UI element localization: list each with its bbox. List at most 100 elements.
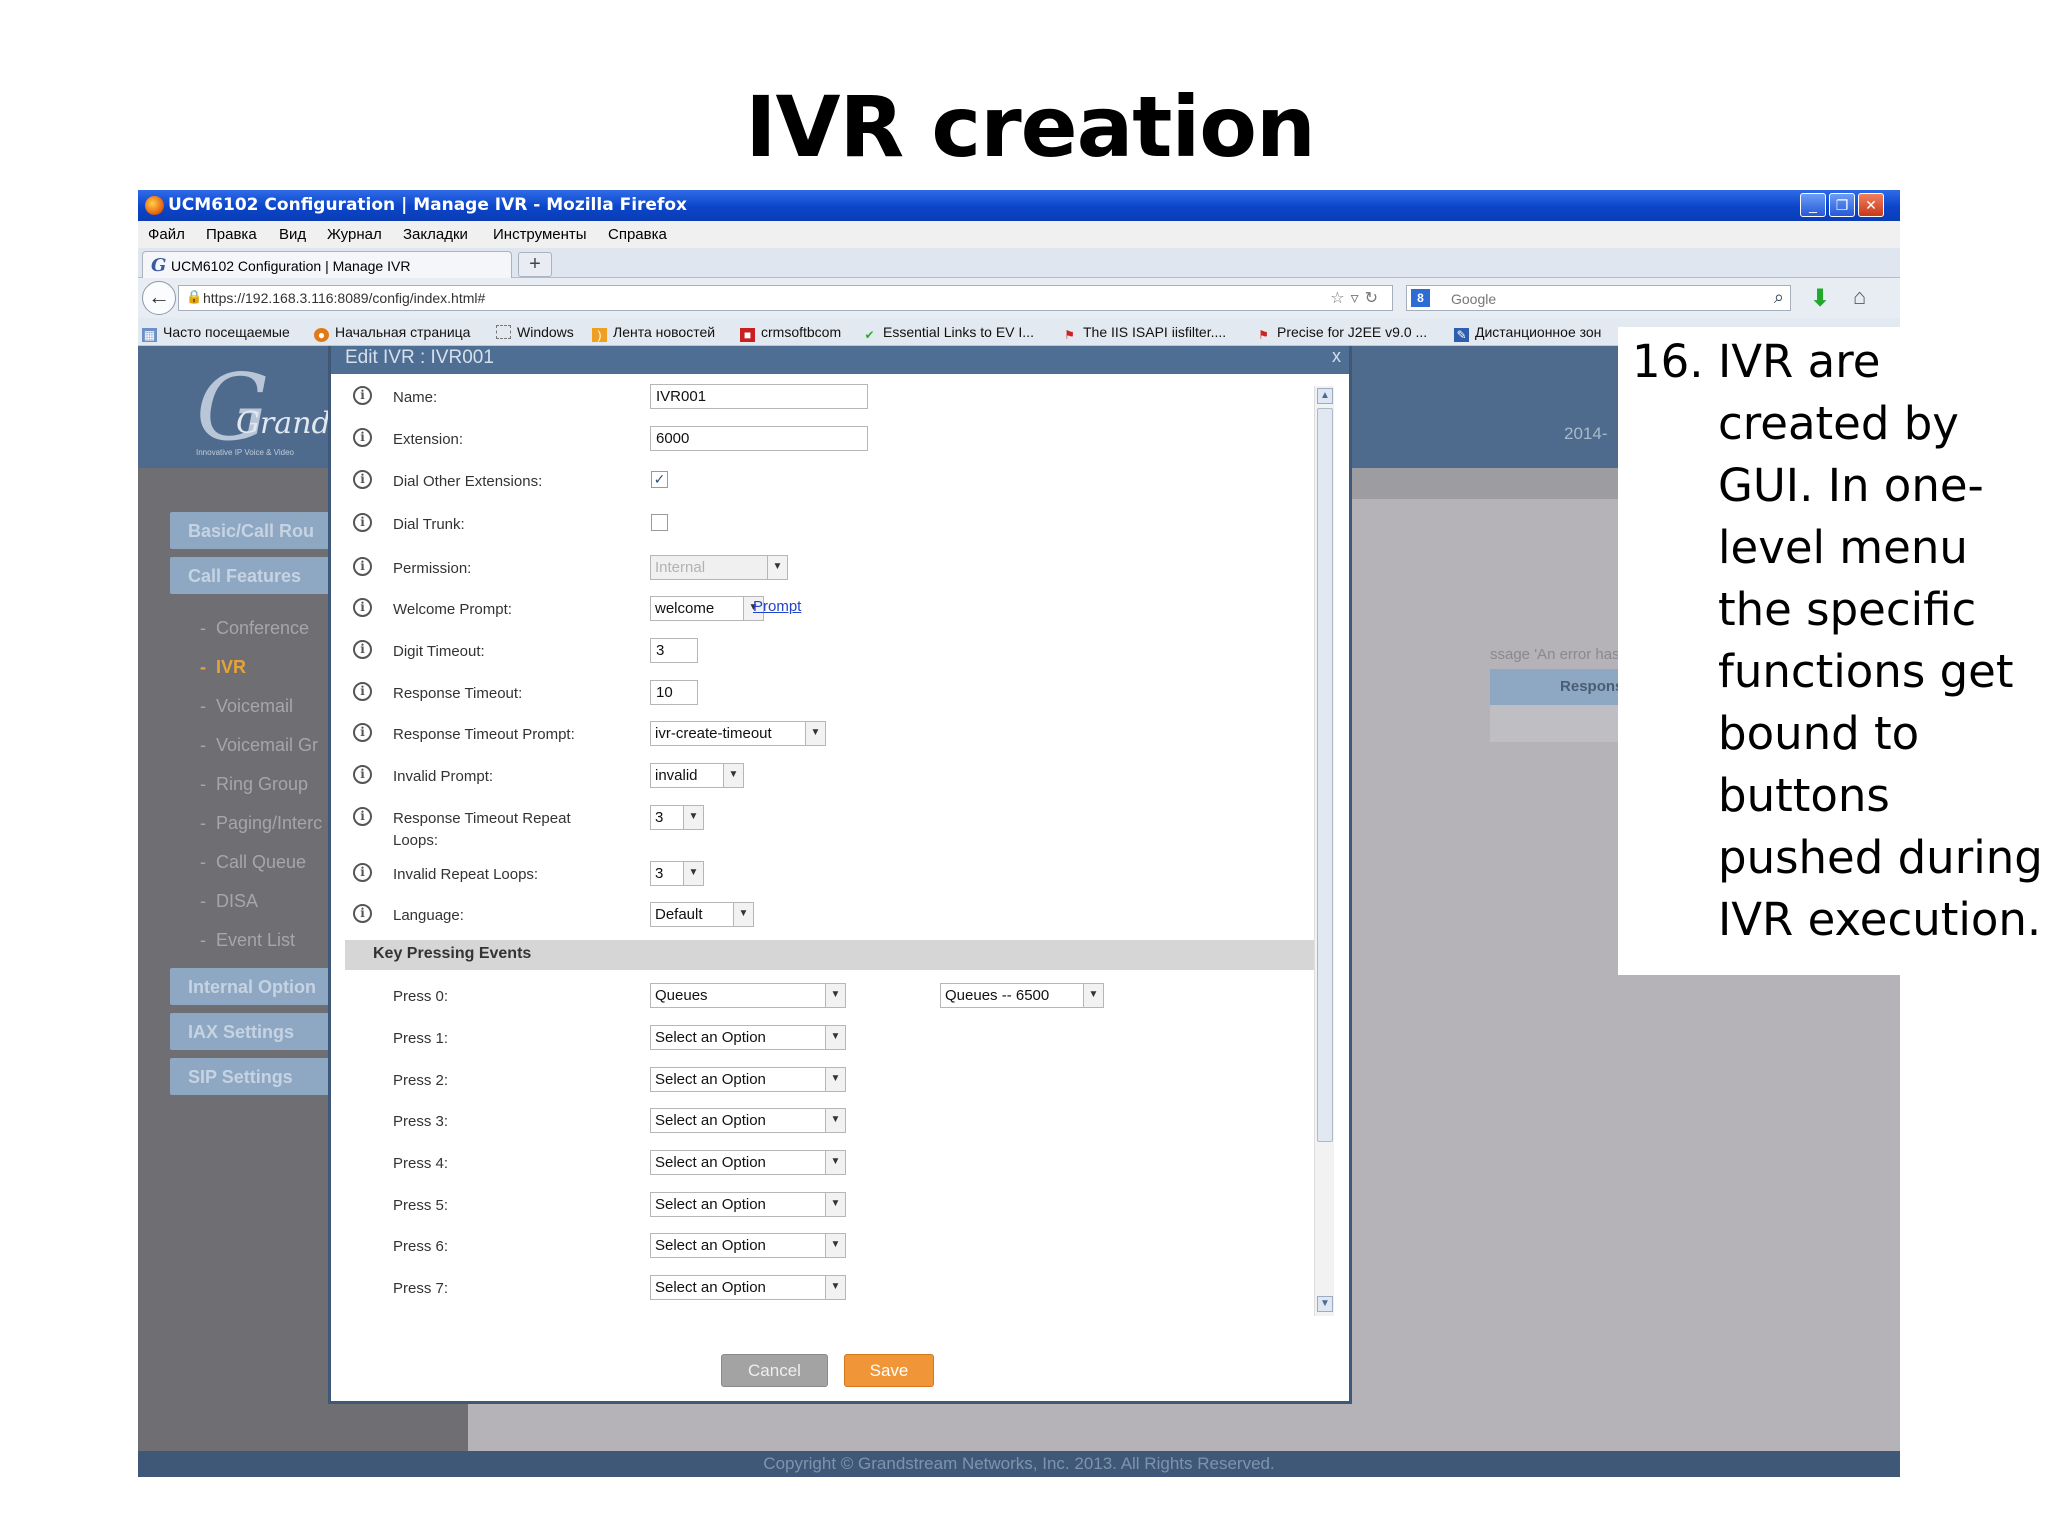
checkmark-icon: ✔: [864, 328, 875, 342]
dial-trunk-checkbox[interactable]: [651, 514, 668, 531]
back-button[interactable]: ←: [142, 281, 176, 315]
app-footer: Copyright © Grandstream Networks, Inc. 2…: [138, 1451, 1900, 1477]
bookmark-item[interactable]: ) Лента новостей: [592, 324, 715, 342]
sidebar-item-paging[interactable]: - Paging/Interc: [200, 813, 322, 834]
window-title: UCM6102 Configuration | Manage IVR - Moz…: [168, 195, 687, 215]
menu-bookmarks[interactable]: Закладки: [403, 226, 468, 243]
firefox-icon: ●: [314, 328, 329, 342]
response-timeout-input[interactable]: 10: [650, 680, 698, 705]
language-select[interactable]: Default ▼: [650, 902, 754, 927]
chevron-down-icon: ▼: [683, 862, 703, 885]
bookmark-item[interactable]: ● Начальная страница: [314, 324, 470, 342]
field-digit-timeout: i Digit Timeout: 3: [353, 638, 1313, 668]
chevron-down-icon: ▼: [825, 1234, 845, 1257]
invalid-prompt-select[interactable]: invalid ▼: [650, 763, 744, 788]
note-number: 16.: [1632, 335, 1704, 388]
close-window-button[interactable]: ✕: [1858, 193, 1884, 217]
search-input[interactable]: 8 Google ⌕: [1406, 285, 1791, 311]
minimize-button[interactable]: _: [1800, 193, 1826, 217]
info-icon[interactable]: i: [353, 557, 372, 576]
bookmark-icon: ▦: [142, 328, 157, 342]
menu-view[interactable]: Вид: [279, 226, 306, 243]
menu-file[interactable]: Файл: [148, 226, 185, 243]
sidebar-item-event-list[interactable]: - Event List: [200, 930, 295, 951]
field-permission: i Permission: Internal ▼: [353, 555, 1313, 585]
sidebar-item-disa[interactable]: - DISA: [200, 891, 258, 912]
dialog-scrollbar[interactable]: ▲ ▼: [1314, 386, 1334, 1316]
digit-timeout-input[interactable]: 3: [650, 638, 698, 663]
cancel-button[interactable]: Cancel: [721, 1354, 828, 1387]
bookmark-item[interactable]: ✔ Essential Links to EV I...: [862, 324, 1034, 342]
extension-input[interactable]: 6000: [650, 426, 868, 451]
info-icon[interactable]: i: [353, 428, 372, 447]
invalid-repeat-loops-select[interactable]: 3 ▼: [650, 861, 704, 886]
press-0-select[interactable]: Queues ▼: [650, 983, 846, 1008]
menu-tools[interactable]: Инструменты: [493, 226, 587, 243]
info-icon[interactable]: i: [353, 765, 372, 784]
sidebar-item-call-queue[interactable]: - Call Queue: [200, 852, 306, 873]
tab-manage-ivr[interactable]: G UCM6102 Configuration | Manage IVR: [142, 251, 512, 279]
info-icon[interactable]: i: [353, 863, 372, 882]
dialog-close-button[interactable]: x: [1332, 346, 1341, 367]
sidebar-item-voicemail[interactable]: - Voicemail: [200, 696, 293, 717]
info-icon[interactable]: i: [353, 598, 372, 617]
url-bar[interactable]: 🔒 https://192.168.3.116:8089/config/inde…: [178, 285, 1393, 311]
chevron-down-icon: ▼: [805, 722, 825, 745]
bookmark-item[interactable]: ⚑ The IIS ISAPI iisfilter....: [1062, 324, 1226, 342]
home-icon[interactable]: ⌂: [1853, 284, 1866, 310]
bookmark-item[interactable]: ■ crmsoftbcom: [740, 324, 841, 342]
press-6-select[interactable]: Select an Option ▼: [650, 1233, 846, 1258]
url-actions-icon[interactable]: ☆▿↻: [1330, 288, 1384, 308]
scroll-up-icon[interactable]: ▲: [1317, 388, 1333, 404]
download-icon[interactable]: ⬇: [1810, 284, 1830, 313]
key-event-row: Press 5: Select an Option ▼: [353, 1192, 1313, 1222]
info-icon[interactable]: i: [353, 470, 372, 489]
response-timeout-prompt-select[interactable]: ivr-create-timeout ▼: [650, 721, 826, 746]
sidebar-item-ivr[interactable]: - IVR: [200, 657, 246, 678]
save-button[interactable]: Save: [844, 1354, 934, 1387]
press-1-select[interactable]: Select an Option ▼: [650, 1025, 846, 1050]
flag-icon: ⚑: [1258, 328, 1269, 342]
response-timeout-repeat-loops-select[interactable]: 3 ▼: [650, 805, 704, 830]
magnifier-icon[interactable]: ⌕: [1774, 287, 1784, 308]
prompt-link[interactable]: Prompt: [753, 598, 801, 615]
info-icon[interactable]: i: [353, 904, 372, 923]
scroll-down-icon[interactable]: ▼: [1317, 1296, 1333, 1312]
info-icon[interactable]: i: [353, 807, 372, 826]
edit-ivr-dialog: Edit IVR : IVR001 x ▲ ▼ i Name: IVR001 i…: [328, 346, 1352, 1404]
flag-icon: ⚑: [1064, 328, 1075, 342]
field-invalid-prompt: i Invalid Prompt: invalid ▼: [353, 763, 1313, 793]
grandstream-favicon: G: [151, 255, 167, 276]
chevron-down-icon: ▼: [825, 1193, 845, 1216]
sidebar-item-conference[interactable]: - Conference: [200, 618, 309, 639]
press-2-select[interactable]: Select an Option ▼: [650, 1067, 846, 1092]
sidebar-item-ring-group[interactable]: - Ring Group: [200, 774, 308, 795]
new-tab-button[interactable]: +: [518, 252, 552, 277]
key-event-row: Press 3: Select an Option ▼: [353, 1108, 1313, 1138]
key-event-row: Press 0: Queues ▼ Queues -- 6500 ▼: [353, 983, 1313, 1013]
info-icon[interactable]: i: [353, 682, 372, 701]
scrollbar-thumb[interactable]: [1317, 408, 1333, 1142]
info-icon[interactable]: i: [353, 386, 372, 405]
maximize-button[interactable]: ❐: [1829, 193, 1855, 217]
menu-help[interactable]: Справка: [608, 226, 667, 243]
press-5-select[interactable]: Select an Option ▼: [650, 1192, 846, 1217]
press-7-select[interactable]: Select an Option ▼: [650, 1275, 846, 1300]
bookmark-item[interactable]: Windows: [496, 324, 574, 340]
press-0-target-select[interactable]: Queues -- 6500 ▼: [940, 983, 1104, 1008]
info-icon[interactable]: i: [353, 513, 372, 532]
info-icon[interactable]: i: [353, 723, 372, 742]
welcome-prompt-select[interactable]: welcome ▼: [650, 596, 764, 621]
bookmark-item[interactable]: ✎ Дистанционное зон: [1454, 324, 1601, 342]
press-4-select[interactable]: Select an Option ▼: [650, 1150, 846, 1175]
permission-select[interactable]: Internal ▼: [650, 555, 788, 580]
dial-other-extensions-checkbox[interactable]: ✓: [651, 471, 668, 488]
press-3-select[interactable]: Select an Option ▼: [650, 1108, 846, 1133]
menu-edit[interactable]: Правка: [206, 226, 257, 243]
sidebar-item-voicemail-group[interactable]: - Voicemail Gr: [200, 735, 318, 756]
info-icon[interactable]: i: [353, 640, 372, 659]
bookmark-item[interactable]: ⚑ Precise for J2EE v9.0 ...: [1256, 324, 1427, 342]
menu-history[interactable]: Журнал: [327, 226, 382, 243]
name-input[interactable]: IVR001: [650, 384, 868, 409]
bookmark-item[interactable]: ▦ Часто посещаемые: [142, 324, 290, 342]
